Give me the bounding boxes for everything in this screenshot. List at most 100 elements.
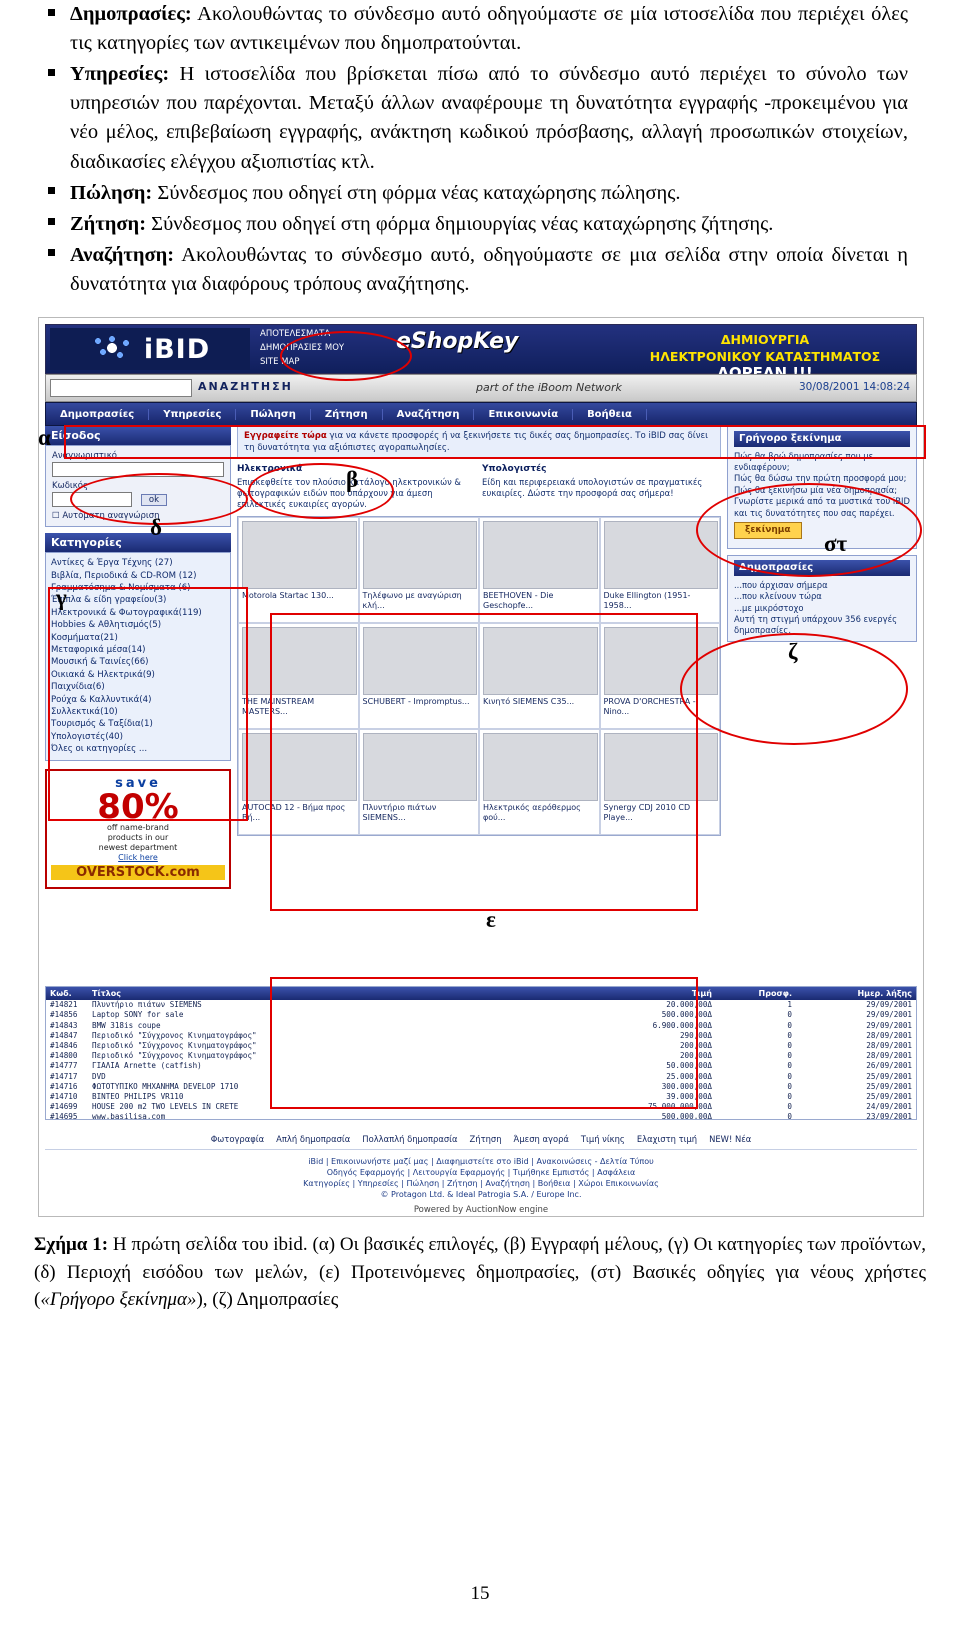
legend-item-direct-buy: Άμεση αγορά xyxy=(513,1134,569,1145)
login-ok-button[interactable]: ok xyxy=(140,494,167,507)
nav-item-sell[interactable]: Πώληση xyxy=(236,408,311,420)
cell-title[interactable]: ΦΩΤΟΤΥΠΙΚΟ ΜΗΧΑΝΗΜΑ DEVELOP 1710 xyxy=(92,1082,602,1092)
header-links[interactable]: ΑΠΟΤΕΛΕΣΜΑΤΑ ΔΗΜΟΠΡΑΣΙΕΣ ΜΟΥ SITE MAP xyxy=(260,327,378,371)
auctions-link-today[interactable]: ...που άρχισαν σήμερα xyxy=(734,580,910,591)
header-link-sitemap[interactable]: SITE MAP xyxy=(260,355,378,369)
product-caption: Κινητό SIEMENS C35... xyxy=(483,697,575,707)
ibid-logo[interactable]: iBID xyxy=(50,328,250,371)
category-item[interactable]: Μουσική & Ταινίες(66) xyxy=(51,656,225,668)
product-thumbnail xyxy=(242,521,357,590)
category-item[interactable]: Τουρισμός & Ταξίδια(1) xyxy=(51,718,225,730)
overstock-ad-banner[interactable]: save 80% off name-brand products in our … xyxy=(45,768,231,889)
nav-item-auctions[interactable]: Δημοπρασίες xyxy=(46,408,150,420)
username-input[interactable] xyxy=(52,462,224,478)
category-item[interactable]: Βιβλία, Περιοδικά & CD-ROM (12) xyxy=(51,570,225,582)
footer-line-2[interactable]: Οδηγός Εφαρμογής | Λειτουργία Εφαρμογής … xyxy=(45,1167,917,1178)
category-item-all[interactable]: Όλες οι κατηγορίες ... xyxy=(51,743,225,755)
quick-question-2[interactable]: Πώς θα δώσω την πρώτη προσφορά μου; xyxy=(734,473,910,484)
cell-title[interactable]: Περιοδικό "Σύγχρονος Κινηματογράφος" xyxy=(92,1051,602,1061)
category-item[interactable]: Hobbies & Αθλητισμός(5) xyxy=(51,619,225,631)
cell-title[interactable]: Περιοδικό "Σύγχρονος Κινηματογράφος" xyxy=(92,1041,602,1051)
nav-item-help[interactable]: Βοήθεια xyxy=(573,408,647,420)
product-cell[interactable]: Τηλέφωνο με αναγώριση κλή... xyxy=(358,517,479,624)
cell-title[interactable]: BMW 318is coupe xyxy=(92,1021,602,1031)
table-row[interactable]: #14710 BINTEO PHILIPS VR110 39.000,00Δ 0 25/… xyxy=(46,1092,916,1102)
table-row[interactable]: #14716 ΦΩΤΟΤΥΠΙΚΟ ΜΗΧΑΝΗΜΑ DEVELOP 1710 30… xyxy=(46,1082,916,1092)
cell-title[interactable]: Περιοδικό "Σύγχρονος Κινηματογράφος" xyxy=(92,1031,602,1041)
table-row[interactable]: #14800 Περιοδικό "Σύγχρονος Κινηματογράφο… xyxy=(46,1051,916,1061)
footer-line-1[interactable]: iBid | Επικοινωνήστε μαζί μας | Διαφημισ… xyxy=(45,1156,917,1167)
product-cell[interactable]: Motorola Startac 130... xyxy=(238,517,359,624)
cell-title[interactable]: www.basilisa.com xyxy=(92,1112,602,1119)
search-input[interactable] xyxy=(50,379,192,398)
nav-item-contact[interactable]: Επικοινωνία xyxy=(474,408,574,420)
table-row[interactable]: #14717 DVD 25.000,00Δ 0 25/09/2001 xyxy=(46,1072,916,1082)
cell-date: 25/09/2001 xyxy=(866,1091,912,1101)
quick-question-1[interactable]: Πώς θα βρώ δημοπρασίες που με ενδιαφέρου… xyxy=(734,451,910,474)
product-thumbnail xyxy=(362,521,477,590)
product-cell[interactable]: Κινητό SIEMENS C35... xyxy=(479,623,600,730)
remember-checkbox[interactable]: ☐ xyxy=(52,511,60,521)
table-row[interactable]: #14847 Περιοδικό "Σύγχρονος Κινηματογράφο… xyxy=(46,1031,916,1041)
featured-computers-title: Υπολογιστές xyxy=(482,464,547,475)
category-item[interactable]: Μεταφορικά μέσα(14) xyxy=(51,644,225,656)
cell-bids: 0 xyxy=(787,1071,792,1081)
category-item[interactable]: Υπολογιστές(40) xyxy=(51,731,225,743)
cell-code: #14695 xyxy=(50,1112,78,1121)
nav-item-demand[interactable]: Ζήτηση xyxy=(311,408,383,420)
product-cell[interactable]: Πλυντήριο πιάτων SIEMENS... xyxy=(358,729,479,836)
table-row[interactable]: #14846 Περιοδικό "Σύγχρονος Κινηματογράφο… xyxy=(46,1041,916,1051)
product-cell[interactable]: AUTOCAD 12 - Βήμα προς Βή... xyxy=(238,729,359,836)
table-row[interactable]: #14699 HOUSE 200 m2 TWO LEVELS IN CRETE 75… xyxy=(46,1102,916,1112)
category-item[interactable]: Ρούχα & Καλλυντικά(4) xyxy=(51,694,225,706)
promo-title[interactable]: Εγγραφείτε τώρα xyxy=(244,431,327,441)
ad-click-here-link[interactable]: Click here xyxy=(51,853,225,862)
nav-item-search[interactable]: Αναζήτηση xyxy=(383,408,475,420)
cell-title[interactable]: HOUSE 200 m2 TWO LEVELS IN CRETE xyxy=(92,1102,602,1112)
header-link-my-auctions[interactable]: ΔΗΜΟΠΡΑΣΙΕΣ ΜΟΥ xyxy=(260,341,378,355)
cell-title[interactable]: Πλυντήριο πιάτων SIEMENS xyxy=(92,1000,602,1010)
remember-checkbox-row[interactable]: ☐ Αυτόματη αναγνώριση xyxy=(52,511,224,521)
header-link-results[interactable]: ΑΠΟΤΕΛΕΣΜΑΤΑ xyxy=(260,327,378,341)
product-cell[interactable]: Ηλεκτρικός αερόθερμος φού... xyxy=(479,729,600,836)
table-row[interactable]: #14821 Πλυντήριο πιάτων SIEMENS 20.000,00Δ… xyxy=(46,1000,916,1010)
table-row[interactable]: #14695 www.basilisa.com 500.000,00Δ 0 23/09/… xyxy=(46,1112,916,1121)
table-row[interactable]: #14777 ΓΙΑΛΙΑ Arnette (catfish) 50.000,00Δ… xyxy=(46,1061,916,1071)
cell-title[interactable]: Laptop SONY for sale xyxy=(92,1010,602,1020)
category-item[interactable]: Παιχνίδια(6) xyxy=(51,681,225,693)
bullet-text: Σύνδεσμος που οδηγεί στη φόρμα νέας κατα… xyxy=(152,181,681,204)
category-item[interactable]: Ηλεκτρονικά & Φωτογραφικά(119) xyxy=(51,607,225,619)
category-item[interactable]: Κοσμήματα(21) xyxy=(51,632,225,644)
category-item[interactable]: Συλλεκτικά(10) xyxy=(51,706,225,718)
product-cell[interactable]: Synergy CDJ 2010 CD Playe... xyxy=(599,729,720,836)
quick-question-3[interactable]: Πώς θα ξεκινήσω μία νέα δημοπρασία; xyxy=(734,485,910,496)
legend-item-new: NEW! Νέα xyxy=(709,1134,752,1145)
category-item[interactable]: Γραμματόσημα & Νομίσματα (6) xyxy=(51,582,225,594)
product-cell[interactable]: THE MAINSTREAM MASTERS... xyxy=(238,623,359,730)
cell-code: #14821 xyxy=(50,1000,78,1010)
category-item[interactable]: Αντίκες & Έργα Τέχνης (27) xyxy=(51,557,225,569)
quick-start-button[interactable]: ξεκίνημα xyxy=(734,521,802,540)
footer-line-3[interactable]: Κατηγορίες | Υπηρεσίες | Πώληση | Ζήτηση… xyxy=(45,1178,917,1189)
col-header-title: Τίτλος xyxy=(92,989,121,999)
product-cell[interactable]: BEETHOVEN - Die Geschopfe... xyxy=(479,517,600,624)
password-input[interactable] xyxy=(52,492,132,508)
table-row[interactable]: #14843 BMW 318is coupe 6.900.000,00Δ 0 29/09… xyxy=(46,1021,916,1031)
product-cell[interactable]: PROVA D'ORCHESTRA - Nino... xyxy=(599,623,720,730)
eshopkey-logo[interactable]: eShopKey xyxy=(396,329,518,354)
quick-note: Γνωρίστε μερικά από τα μυστικά του iBID … xyxy=(734,496,910,518)
cell-title[interactable]: BINTEO PHILIPS VR110 xyxy=(92,1092,602,1102)
search-label[interactable]: ΑΝΑΖΗΤΗΣΗ xyxy=(198,380,293,393)
product-cell[interactable]: SCHUBERT - Impromptus... xyxy=(358,623,479,730)
nav-item-services[interactable]: Υπηρεσίες xyxy=(149,408,237,420)
auctions-link-closing[interactable]: ...που κλείνουν τώρα xyxy=(734,591,910,602)
product-cell[interactable]: Duke Ellington (1951-1958... xyxy=(599,517,720,624)
table-row[interactable]: #14856 Laptop SONY for sale 500.000,00Δ 0 29… xyxy=(46,1010,916,1020)
category-item[interactable]: Οικιακά & Ηλεκτρικά(9) xyxy=(51,669,225,681)
search-bar: ΑΝΑΖΗΤΗΣΗ part of the iBoom Network 30/0… xyxy=(45,374,917,403)
auctions-link-low[interactable]: ...με μικρόστοχο xyxy=(734,603,910,614)
category-item[interactable]: Έπιπλα & είδη γραφείου(3) xyxy=(51,594,225,606)
cell-date: 28/09/2001 xyxy=(866,1030,912,1040)
cell-title[interactable]: DVD xyxy=(92,1072,602,1082)
cell-title[interactable]: ΓΙΑΛΙΑ Arnette (catfish) xyxy=(92,1061,602,1071)
